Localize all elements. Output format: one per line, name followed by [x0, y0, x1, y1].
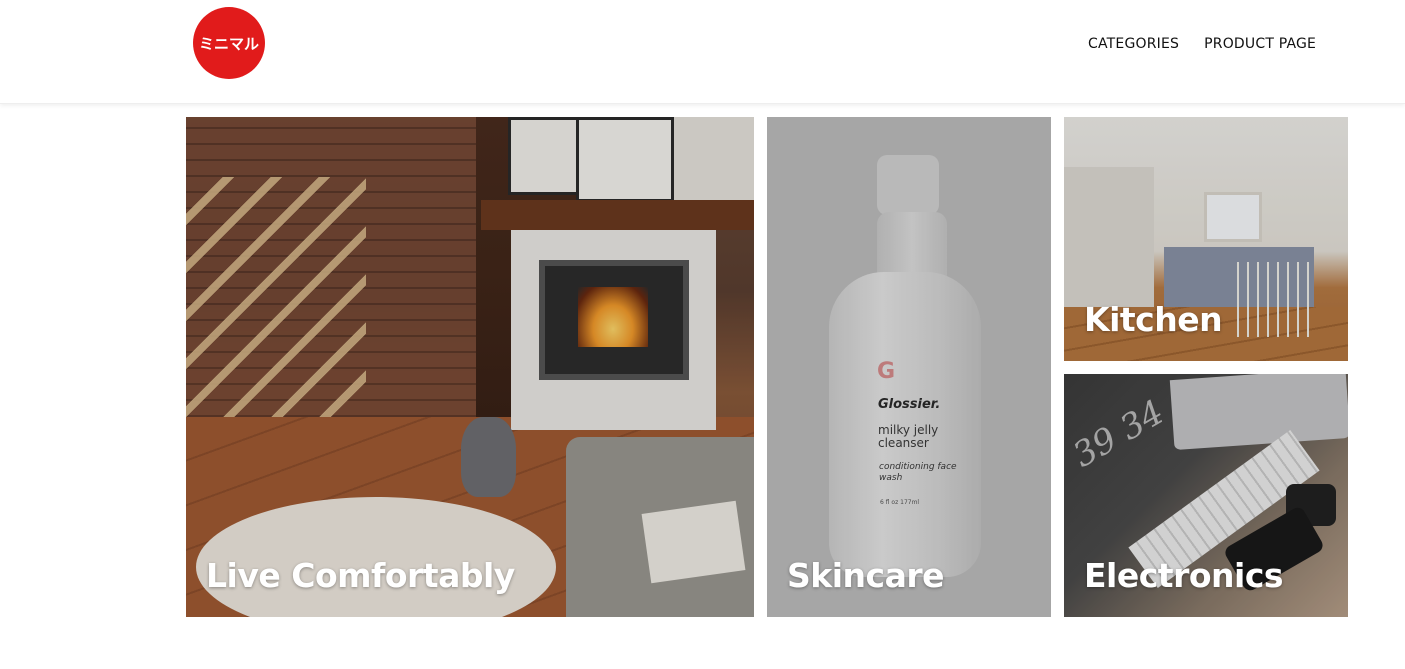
category-tile-kitchen[interactable]: Kitchen	[1064, 117, 1348, 361]
category-tile-live-comfortably[interactable]: Live Comfortably	[186, 117, 754, 617]
category-label: Skincare	[787, 556, 945, 595]
category-label: Live Comfortably	[206, 556, 515, 595]
brand-logo-text: ミニマル	[198, 34, 259, 53]
nav-link-categories[interactable]: CATEGORIES	[1088, 36, 1179, 52]
category-label: Kitchen	[1084, 300, 1223, 339]
category-tile-skincare[interactable]: G Glossier. milky jelly cleanser conditi…	[767, 117, 1051, 617]
category-tile-electronics[interactable]: 39 34 Electronics	[1064, 374, 1348, 617]
category-label: Electronics	[1084, 556, 1284, 595]
site-header: ミニマル CATEGORIES PRODUCT PAGE	[0, 0, 1405, 104]
main-nav: CATEGORIES PRODUCT PAGE	[1088, 36, 1316, 52]
nav-link-product-page[interactable]: PRODUCT PAGE	[1204, 36, 1316, 52]
brand-logo[interactable]: ミニマル	[193, 7, 265, 79]
